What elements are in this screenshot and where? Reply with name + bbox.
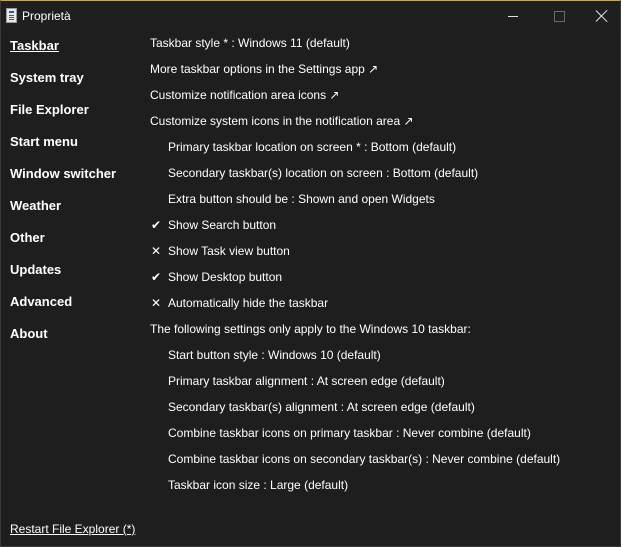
sidebar-item-system-tray[interactable]: System tray [10,69,84,87]
cross-icon: ✕ [150,296,162,310]
restart-explorer-link[interactable]: Restart File Explorer (*) [10,522,135,536]
checkmark-icon: ✔ [150,218,162,232]
combine-secondary-option[interactable]: Combine taskbar icons on secondary taskb… [168,450,560,468]
system-icons-link[interactable]: Customize system icons in the notificati… [150,112,414,130]
combine-primary-option[interactable]: Combine taskbar icons on primary taskbar… [168,424,531,442]
sidebar-item-other[interactable]: Other [10,229,45,247]
app-icon [6,8,17,23]
sidebar-item-window-switcher[interactable]: Window switcher [10,165,116,183]
close-icon [596,10,608,22]
minimize-icon [508,15,518,17]
more-taskbar-options-link[interactable]: More taskbar options in the Settings app… [150,60,378,78]
sidebar-item-advanced[interactable]: Advanced [10,293,72,311]
show-search-toggle[interactable]: Show Search button [168,216,276,234]
minimize-button[interactable] [490,1,536,31]
auto-hide-toggle[interactable]: Automatically hide the taskbar [168,294,328,312]
win10-heading: The following settings only apply to the… [150,322,471,336]
notification-icons-link[interactable]: Customize notification area icons ↗ [150,86,339,104]
window-title: Proprietà [22,9,71,23]
checkmark-icon: ✔ [150,270,162,284]
sidebar-item-updates[interactable]: Updates [10,261,61,279]
icon-size-option[interactable]: Taskbar icon size : Large (default) [168,476,348,494]
secondary-location-option[interactable]: Secondary taskbar(s) location on screen … [168,164,478,182]
extra-button-option[interactable]: Extra button should be : Shown and open … [168,190,435,208]
close-button[interactable] [579,1,621,31]
cross-icon: ✕ [150,244,162,258]
maximize-icon [553,10,565,22]
title-bar[interactable]: Proprietà [1,1,620,31]
sidebar-item-weather[interactable]: Weather [10,197,61,215]
sidebar-item-about[interactable]: About [10,325,48,343]
maximize-button[interactable] [536,1,582,31]
show-desktop-toggle[interactable]: Show Desktop button [168,268,282,286]
sidebar-item-file-explorer[interactable]: File Explorer [10,101,89,119]
secondary-alignment-option[interactable]: Secondary taskbar(s) alignment : At scre… [168,398,475,416]
primary-location-option[interactable]: Primary taskbar location on screen * : B… [168,138,456,156]
primary-alignment-option[interactable]: Primary taskbar alignment : At screen ed… [168,372,445,390]
taskbar-style-option[interactable]: Taskbar style * : Windows 11 (default) [150,34,350,52]
show-task-view-toggle[interactable]: Show Task view button [168,242,290,260]
sidebar-item-start-menu[interactable]: Start menu [10,133,78,151]
sidebar-item-taskbar[interactable]: Taskbar [10,37,59,55]
start-button-style-option[interactable]: Start button style : Windows 10 (default… [168,346,381,364]
